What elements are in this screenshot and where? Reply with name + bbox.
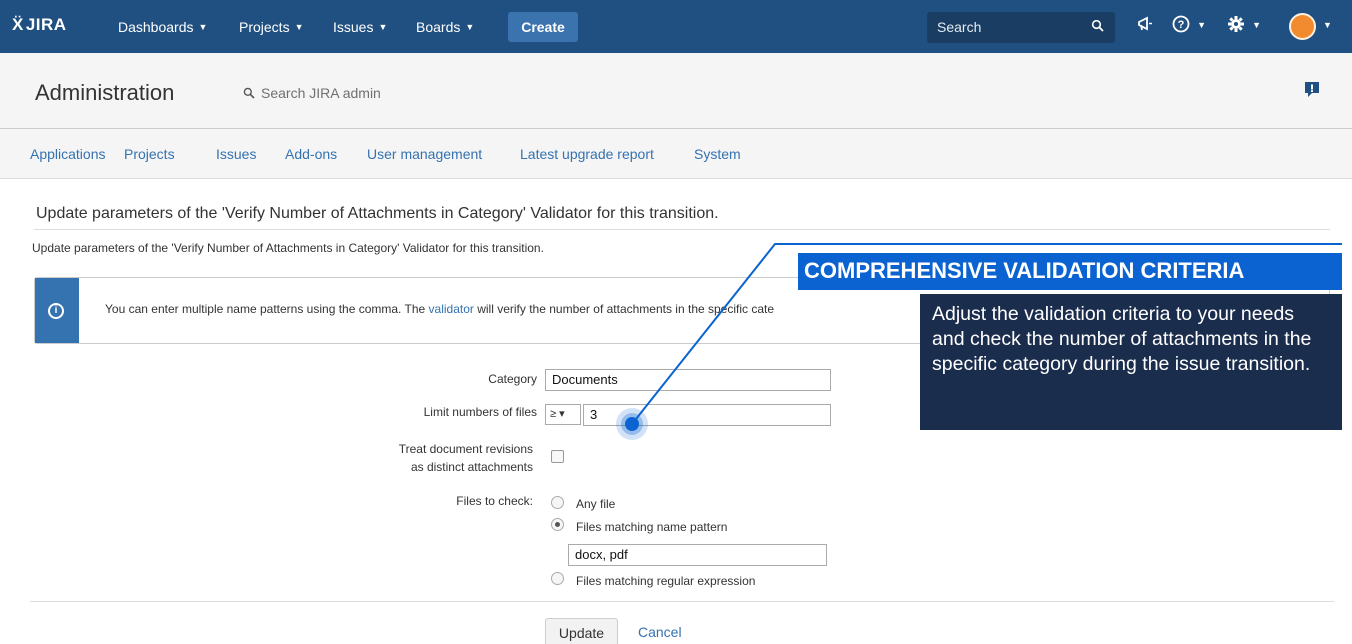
- chevron-down-icon: ▼: [1252, 20, 1262, 30]
- subnav-user-management[interactable]: User management: [367, 146, 482, 162]
- admin-search-label: Search JIRA admin: [261, 85, 381, 101]
- radio-name-pattern[interactable]: [551, 518, 564, 531]
- limit-files-input[interactable]: 3: [583, 404, 831, 426]
- svg-text:?: ?: [1178, 19, 1185, 31]
- nav-boards[interactable]: Boards ▼: [416, 19, 474, 35]
- nav-projects[interactable]: Projects ▼: [239, 19, 304, 35]
- admin-subnav: Applications Projects Issues Add-ons Use…: [0, 129, 1352, 179]
- chevron-down-icon: ▼: [198, 22, 208, 32]
- chevron-down-icon: ▼: [378, 22, 388, 32]
- divider: [34, 229, 1330, 230]
- revisions-label-line-2: as distinct attachments: [410, 460, 533, 474]
- category-label: Category: [488, 372, 537, 386]
- nav-issues-label: Issues: [333, 19, 374, 35]
- subnav-latest-upgrade-report[interactable]: Latest upgrade report: [520, 146, 654, 162]
- cancel-link[interactable]: Cancel: [638, 624, 682, 640]
- subnav-system[interactable]: System: [694, 146, 741, 162]
- subnav-issues[interactable]: Issues: [216, 146, 256, 162]
- radio-name-pattern-label: Files matching name pattern: [576, 520, 728, 534]
- form-divider: [30, 601, 1334, 602]
- radio-regex-label: Files matching regular expression: [576, 574, 756, 588]
- chevron-down-icon: ▼: [465, 22, 475, 32]
- radio-any-file[interactable]: [551, 496, 564, 509]
- nav-dashboards[interactable]: Dashboards ▼: [118, 19, 207, 35]
- chevron-down-icon[interactable]: ▼: [1323, 20, 1332, 30]
- info-bar: i: [35, 278, 79, 343]
- settings-menu[interactable]: ▼: [1227, 15, 1261, 37]
- search-placeholder: Search: [937, 19, 982, 35]
- files-to-check-label: Files to check:: [456, 494, 533, 508]
- pattern-input[interactable]: docx, pdf: [568, 544, 827, 566]
- operator-select[interactable]: ≥ ▾: [545, 404, 581, 425]
- limit-files-label: Limit numbers of files: [423, 405, 537, 419]
- page-title: Administration: [35, 80, 175, 105]
- revisions-checkbox[interactable]: [551, 450, 564, 463]
- page-heading: Update parameters of the 'Verify Number …: [36, 205, 719, 222]
- info-message-text: You can enter multiple name patterns usi…: [105, 302, 774, 316]
- nav-issues[interactable]: Issues ▼: [333, 19, 387, 35]
- nav-dashboards-label: Dashboards: [118, 19, 194, 35]
- user-avatar[interactable]: [1289, 13, 1316, 40]
- page-description: Update parameters of the 'Verify Number …: [32, 241, 544, 255]
- callout-body: Adjust the validation criteria to your n…: [920, 294, 1342, 430]
- help-icon: ?: [1172, 15, 1190, 33]
- top-navigation-bar: Ẍ JIRA Dashboards ▼ Projects ▼ Issues ▼ Boa…: [0, 0, 1352, 53]
- revisions-label-line-1: Treat document revisions: [398, 442, 533, 456]
- admin-search-link[interactable]: Search JIRA admin: [243, 85, 381, 101]
- search-icon: [1091, 19, 1104, 32]
- update-button[interactable]: Update: [545, 618, 618, 644]
- megaphone-icon[interactable]: [1136, 15, 1154, 33]
- search-input[interactable]: Search: [927, 12, 1115, 43]
- subnav-projects[interactable]: Projects: [124, 146, 175, 162]
- category-input[interactable]: Documents: [545, 369, 831, 391]
- subnav-add-ons[interactable]: Add-ons: [285, 146, 337, 162]
- radio-regex[interactable]: [551, 572, 564, 585]
- radio-any-file-label: Any file: [576, 497, 616, 511]
- subnav-applications[interactable]: Applications: [30, 146, 106, 162]
- gear-icon: [1228, 16, 1244, 32]
- validator-link[interactable]: validator: [429, 302, 474, 316]
- create-button[interactable]: Create: [508, 12, 578, 42]
- jira-logo[interactable]: Ẍ JIRA: [12, 15, 67, 35]
- nav-boards-label: Boards: [416, 19, 461, 35]
- jira-logo-text: JIRA: [25, 15, 67, 34]
- callout-title: COMPREHENSIVE VALIDATION CRITERIA: [798, 253, 1342, 290]
- feedback-icon[interactable]: [1304, 81, 1320, 99]
- chevron-down-icon: ▼: [1197, 20, 1207, 30]
- info-text-end: will verify the number of attachments in…: [473, 302, 775, 316]
- info-text-start: You can enter multiple name patterns usi…: [105, 302, 429, 316]
- chevron-down-icon: ▼: [294, 22, 304, 32]
- jira-logo-icon: Ẍ: [12, 15, 24, 34]
- info-icon: i: [48, 303, 64, 319]
- admin-header: Administration Search JIRA admin: [0, 53, 1352, 129]
- help-menu[interactable]: ? ▼: [1172, 15, 1206, 37]
- nav-projects-label: Projects: [239, 19, 290, 35]
- search-icon: [243, 87, 255, 99]
